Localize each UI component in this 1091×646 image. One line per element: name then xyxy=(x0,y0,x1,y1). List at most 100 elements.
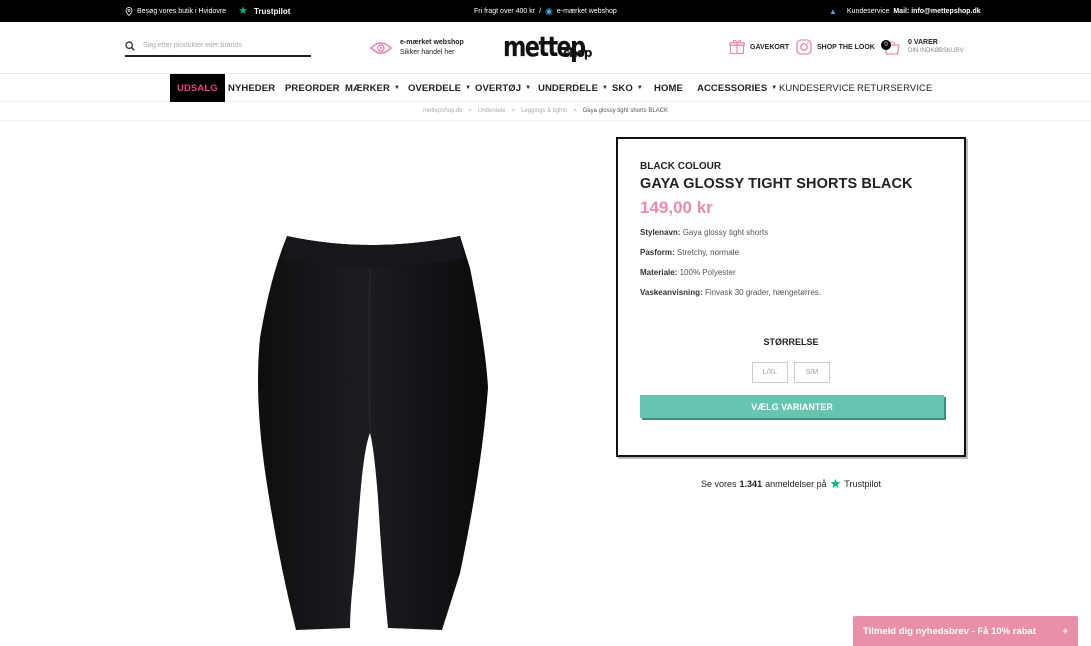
nav-item-underdele[interactable]: UNDERDELE ▼ xyxy=(538,74,608,102)
nav-label: ACCESSORIES xyxy=(697,82,768,94)
search-input[interactable] xyxy=(143,42,303,49)
spec-value: Finvask 30 grader, hængetørres. xyxy=(704,288,821,297)
spec-label: Materiale: xyxy=(640,268,678,277)
nav-label: NYHEDER xyxy=(228,82,276,94)
instagram-icon xyxy=(796,39,812,55)
size-option-sm[interactable]: S/M xyxy=(794,362,830,383)
nav-label: OVERTØJ xyxy=(475,82,522,94)
chevron-down-icon: ▼ xyxy=(393,85,400,91)
size-option-lxl[interactable]: L/XL xyxy=(752,362,788,383)
shorts-illustration xyxy=(258,236,488,630)
nav-label: UNDERDELE xyxy=(538,82,599,94)
spec-care: Vaskeanvisning: Finvask 30 grader, hænge… xyxy=(640,288,942,297)
trustpilot-star-icon: ★ xyxy=(829,476,842,491)
size-heading: STØRRELSE xyxy=(763,337,819,347)
eye-icon xyxy=(370,42,392,54)
emarket-title: e-mærket webshop xyxy=(400,39,464,46)
nav-item-overtoej[interactable]: OVERTØJ ▼ xyxy=(475,74,531,102)
newsletter-signup-tab[interactable]: Tilmeld dig nyhedsbrev - Få 10% rabat + xyxy=(853,616,1078,646)
cart-items-count: 0 VARER xyxy=(908,39,938,46)
nav-item-nyheder[interactable]: NYHEDER xyxy=(228,74,275,102)
chevron-down-icon: ▼ xyxy=(525,85,532,91)
emarket-eye-icon: ◉ xyxy=(545,5,553,16)
breadcrumb-leggings[interactable]: Leggings & tights xyxy=(521,108,567,114)
chevron-down-icon: ▼ xyxy=(465,85,472,91)
newsletter-text: Tilmeld dig nyhedsbrev - Få 10% rabat xyxy=(863,625,1036,637)
spec-label: Vaskeanvisning: xyxy=(640,288,703,297)
shipping-info: Fri fragt over 400 kr / ◉ e-mærket websh… xyxy=(474,0,617,22)
nav-item-preorder[interactable]: PREORDER xyxy=(285,74,340,102)
customer-service-info: ▲ Kundeservice Mail: info@mettepshop.dk xyxy=(829,0,981,22)
site-logo[interactable]: mettep shop xyxy=(503,30,593,66)
nav-label: MÆRKER xyxy=(345,82,390,94)
reviews-prefix: Se vores xyxy=(701,478,737,489)
nav-item-overdele[interactable]: OVERDELE ▼ xyxy=(408,74,471,102)
store-info[interactable]: Besøg vores butik i Hvidovre ★ Trustpilo… xyxy=(125,0,290,22)
nav-item-udsalg[interactable]: UDSALG xyxy=(170,74,225,102)
nav-item-maerker[interactable]: MÆRKER ▼ xyxy=(345,74,400,102)
nav-label: HOME xyxy=(654,82,683,94)
trustpilot-reviews[interactable]: Se vores 1.341 anmeldelser på ★ Trustpil… xyxy=(616,477,966,490)
spec-label: Stylenavn: xyxy=(640,228,681,237)
chevron-down-icon: ▼ xyxy=(636,85,643,91)
search-bar[interactable] xyxy=(125,36,311,57)
nav-item-kundeservice[interactable]: KUNDESERVICE xyxy=(779,74,855,102)
logo-sub-text: shop xyxy=(563,46,593,60)
spec-fit: Pasform: Stretchy, normale xyxy=(640,248,942,257)
giftcard-link[interactable]: GAVEKORT xyxy=(729,39,789,55)
product-brand[interactable]: BLACK COLOUR xyxy=(640,161,942,172)
emarket-badge[interactable]: e-mærket webshop Sikker handel her xyxy=(370,38,464,58)
breadcrumb-current: Gaya glossy tight shorts BLACK xyxy=(582,108,668,114)
breadcrumb-separator: > xyxy=(573,108,577,114)
shop-the-look-label: SHOP THE LOOK xyxy=(817,43,875,51)
nav-label: PREORDER xyxy=(285,82,340,94)
emarket-subtitle: Sikker handel her xyxy=(400,49,455,56)
spec-stylename: Stylenavn: Gaya glossy tight shorts xyxy=(640,228,942,237)
product-info-box: BLACK COLOUR GAYA GLOSSY TIGHT SHORTS BL… xyxy=(616,137,966,457)
breadcrumb-home[interactable]: mettepshop.dk xyxy=(423,108,462,114)
size-options: L/XL S/M xyxy=(640,362,942,383)
trustpilot-star-icon: ★ xyxy=(238,4,248,17)
emarket-text: e-mærket webshop xyxy=(556,7,617,15)
plus-icon: + xyxy=(1062,625,1068,637)
nav-label: OVERDELE xyxy=(408,82,462,94)
product-image[interactable] xyxy=(250,228,490,633)
cart-label: DIN INDKØBSKURV xyxy=(908,48,964,54)
choose-variant-button[interactable]: VÆLG VARIANTER xyxy=(640,395,944,418)
site-header: e-mærket webshop Sikker handel her mette… xyxy=(0,22,1091,74)
reviews-suffix: anmeldelser på xyxy=(765,478,827,489)
top-bar: Besøg vores butik i Hvidovre ★ Trustpilo… xyxy=(0,0,1091,22)
service-icon: ▲ xyxy=(829,6,837,16)
cart-count-badge: 0 xyxy=(881,40,891,50)
breadcrumb-separator: > xyxy=(511,108,516,114)
spec-label: Pasform: xyxy=(640,248,675,257)
nav-item-accessories[interactable]: ACCESSORIES ▼ xyxy=(697,74,777,102)
product-title: GAYA GLOSSY TIGHT SHORTS BLACK xyxy=(640,176,913,192)
separator: / xyxy=(539,7,542,15)
breadcrumb-separator: > xyxy=(468,108,472,114)
service-mail-link[interactable]: Mail: info@mettepshop.dk xyxy=(893,8,980,15)
gift-icon xyxy=(729,39,745,55)
product-price: 149,00 kr xyxy=(640,198,713,217)
giftcard-label: GAVEKORT xyxy=(750,43,790,51)
chevron-down-icon: ▼ xyxy=(771,85,778,91)
search-icon[interactable] xyxy=(125,40,135,51)
nav-label: SKO xyxy=(612,82,633,94)
breadcrumb-underdele[interactable]: Underdele xyxy=(478,108,506,114)
nav-item-returservice[interactable]: RETURSERVICE xyxy=(857,74,932,102)
nav-item-home[interactable]: HOME xyxy=(654,74,683,102)
location-pin-icon xyxy=(125,6,133,16)
trustpilot-link[interactable]: Trustpilot xyxy=(254,7,290,16)
nav-label: UDSALG xyxy=(177,82,218,94)
nav-label: KUNDESERVICE xyxy=(779,82,855,94)
main-nav: UDSALG NYHEDER PREORDER MÆRKER ▼ OVERDELE… xyxy=(0,74,1091,102)
cart-link[interactable]: 0 0 VARER DIN INDKØBSKURV xyxy=(880,39,964,57)
chevron-down-icon: ▼ xyxy=(602,85,609,91)
trustpilot-brand: Trustpilot xyxy=(844,478,881,489)
shop-the-look-link[interactable]: SHOP THE LOOK xyxy=(796,39,875,55)
spec-value: 100% Polyester xyxy=(679,268,736,277)
breadcrumb: mettepshop.dk > Underdele > Leggings & t… xyxy=(0,102,1091,121)
store-link[interactable]: Besøg vores butik i Hvidovre xyxy=(137,8,226,15)
spec-material: Materiale: 100% Polyester xyxy=(640,268,942,277)
nav-item-sko[interactable]: SKO ▼ xyxy=(612,74,643,102)
